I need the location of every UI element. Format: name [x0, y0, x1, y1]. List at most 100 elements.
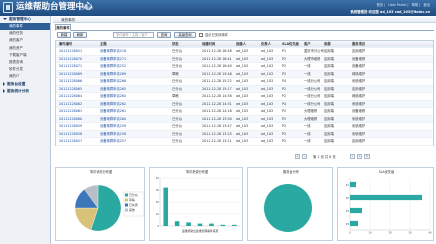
prev-page-button[interactable]: ‹ — [302, 154, 307, 159]
bar[interactable] — [350, 207, 362, 214]
event-subject-link[interactable]: 设备故障申请262 — [100, 101, 126, 109]
app-logo — [3, 2, 13, 13]
event-subject-link[interactable]: 设备故障申请258 — [100, 131, 126, 139]
event-subject-link[interactable]: 设备故障申请269 — [100, 71, 126, 79]
bar[interactable] — [350, 181, 356, 188]
table-row[interactable]: 20111228058 设备故障申请258 已分派 2011-12-28 13:25 a… — [56, 130, 433, 139]
table-cell[interactable]: 20111228066 — [59, 78, 82, 86]
search-button[interactable]: 查询 — [157, 32, 171, 38]
table-row[interactable]: 20111228069 设备故障申请269 草稿 2011-12-28 15:46 ad… — [56, 70, 433, 79]
tab-my-events[interactable]: 我的事件 — [55, 24, 71, 31]
sidebar-item-my-customers[interactable]: 我的客户 — [0, 37, 50, 44]
bar[interactable] — [232, 224, 237, 226]
table-cell[interactable]: 20111228058 — [59, 131, 82, 139]
chart-panel-sla: SLA优先级 0 10 20 30 40 P1 P2 P3 P4 — [337, 167, 434, 241]
sidebar-item-reports[interactable]: 报表查询 — [0, 59, 50, 66]
column-header[interactable]: 负责人 — [261, 41, 271, 48]
bar[interactable] — [350, 220, 358, 227]
table-row[interactable]: 20111228060 设备故障申请260 已分派 2011-12-28 13:50 a… — [56, 115, 433, 124]
table-cell[interactable]: 20111228059 — [59, 123, 82, 131]
last-page-button[interactable]: » — [357, 154, 362, 159]
column-header[interactable]: 事件编号 — [59, 41, 72, 48]
sidebar-group-stats[interactable]: 服务统计分析 — [0, 88, 50, 95]
sidebar-item-software-dist[interactable]: 软件分发 — [0, 66, 50, 73]
link-user-portal[interactable]: User Portal — [388, 3, 406, 7]
table-row[interactable]: 20111228071 设备故障申请252 已分派 2011-12-28 16:40 a… — [56, 63, 433, 71]
table-row[interactable]: 20111228070 设备故障申请271 已分派 2011-12-28 16:41 a… — [56, 55, 433, 64]
event-subject-link[interactable]: 设备故障申请260 — [100, 116, 126, 124]
bar[interactable] — [186, 222, 191, 226]
column-header[interactable]: 主题 — [100, 41, 107, 48]
table-cell: 系统维护 — [352, 101, 366, 106]
sidebar-item-download-client[interactable]: 下载客户端 — [0, 52, 50, 59]
bar[interactable] — [197, 223, 203, 226]
first-page-button[interactable]: « — [295, 154, 300, 159]
table-cell: ad_103 — [261, 64, 274, 68]
table-cell: ad_103 — [261, 49, 274, 53]
table-row[interactable]: 20111228061 设备故障申请261 已分派 2011-12-28 14:16 a… — [56, 108, 433, 116]
refresh-button[interactable]: 刷新 — [73, 32, 87, 38]
table-row[interactable]: 20111228064 设备故障申请264 草稿 2011-12-28 14:58 ad… — [56, 93, 433, 101]
sidebar-item-my-it[interactable]: 我的IT — [0, 73, 50, 80]
table-cell[interactable]: 20111228070 — [59, 56, 82, 64]
bar[interactable] — [350, 194, 422, 201]
table-cell[interactable]: 20111228060 — [59, 116, 82, 124]
table-cell[interactable]: 20111228061 — [59, 108, 82, 116]
table-cell[interactable]: 20111228069 — [59, 71, 82, 79]
table-cell: P2 — [282, 71, 287, 76]
column-header[interactable]: 状态 — [172, 41, 179, 48]
event-subject-link[interactable]: 设备故障申请218 — [100, 48, 126, 56]
column-header[interactable]: 客户 — [304, 41, 311, 48]
sidebar-item-my-events[interactable]: 我的事件 — [0, 23, 50, 31]
sidebar-item-my-tasks[interactable]: 我的任务 — [0, 30, 50, 37]
table-row[interactable]: 20111228059 设备故障申请259 已分派 2011-12-28 13:47 a… — [56, 123, 433, 131]
search-input[interactable]: 事件编号 / 主题 / 客户 — [113, 32, 154, 38]
legend-label: 其他 — [129, 207, 135, 212]
event-subject-link[interactable]: 设备故障申请265 — [100, 86, 126, 94]
bar[interactable] — [163, 187, 168, 226]
link-home[interactable]: 首页 — [377, 3, 384, 7]
column-header[interactable]: SLA优先级 — [282, 41, 299, 48]
next-page-button[interactable]: › — [350, 154, 355, 159]
table-cell[interactable]: 20111228064 — [59, 93, 82, 101]
link-help[interactable]: 帮助 — [412, 3, 419, 7]
legend-label: 草稿 — [129, 197, 135, 202]
table-cell[interactable]: 20111228071 — [59, 63, 82, 71]
sidebar-group-settings[interactable]: 服务台设置 — [0, 81, 50, 88]
event-subject-link[interactable]: 设备故障申请271 — [100, 56, 126, 64]
table-row[interactable]: 20111228065 设备故障申请265 已分派 2011-12-28 15:17 a… — [56, 85, 433, 94]
event-subject-link[interactable]: 设备故障申请252 — [100, 63, 126, 71]
sidebar-group-service[interactable]: 服务管理中心 — [0, 16, 50, 23]
column-header[interactable]: 创建人 — [236, 41, 246, 48]
table-row[interactable]: 20111228057 设备故障申请257 已分派 2011-12-28 13:21 a… — [56, 138, 433, 146]
table-cell[interactable]: 20111228065 — [59, 86, 82, 94]
table-row[interactable]: 20111228062 设备故障申请262 已分派 2011-12-28 14:31 a… — [56, 100, 433, 109]
table-cell[interactable]: 20111228057 — [59, 138, 82, 146]
legend-label: 已关闭 — [129, 202, 138, 207]
link-logout[interactable]: 退出 — [423, 3, 430, 7]
bar[interactable] — [209, 223, 214, 226]
event-subject-link[interactable]: 设备故障申请257 — [100, 138, 126, 146]
bar[interactable] — [174, 221, 180, 226]
table-cell: 设备维护 — [352, 64, 366, 68]
table-row[interactable]: 20111228051 设备故障申请218 已分派 2011-12-28 16:48 a… — [56, 48, 433, 56]
event-subject-link[interactable]: 设备故障申请259 — [100, 123, 126, 131]
event-subject-link[interactable]: 设备故障申请266 — [100, 78, 126, 86]
advanced-search-button[interactable]: 高级查询 — [174, 32, 196, 38]
bar[interactable] — [220, 224, 226, 226]
new-button[interactable]: 新建 — [57, 32, 71, 38]
column-header[interactable]: 服务项目 — [352, 41, 365, 48]
table-cell[interactable]: 20111228051 — [59, 48, 82, 56]
table-row[interactable]: 20111228066 设备故障申请266 已分派 2011-12-28 15:22 a… — [56, 78, 433, 86]
show-closed-checkbox[interactable] — [199, 33, 203, 37]
event-subject-link[interactable]: 设备故障申请264 — [100, 93, 126, 101]
pie-slice[interactable] — [264, 184, 312, 232]
sidebar-item-my-assets[interactable]: 我的资产 — [0, 45, 50, 52]
page-number[interactable]: 1 — [364, 154, 370, 159]
table-cell: 已分派 — [172, 56, 182, 61]
table-header: 事件编号 主题 状态 创建时间 创建人 负责人 SLA优先级 客户 来源 服务项目 — [56, 41, 433, 48]
column-header[interactable]: 创建时间 — [202, 41, 215, 48]
event-subject-link[interactable]: 设备故障申请261 — [100, 108, 126, 116]
column-header[interactable]: 来源 — [324, 41, 331, 48]
table-cell[interactable]: 20111228062 — [59, 101, 82, 109]
